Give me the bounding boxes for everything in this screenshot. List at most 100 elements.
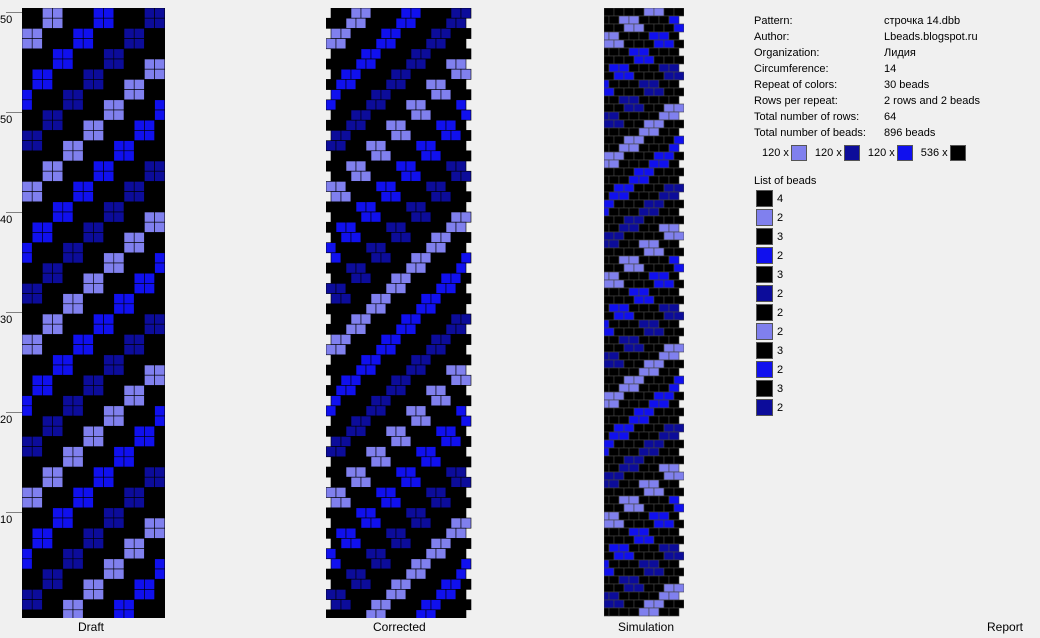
draft-bead bbox=[52, 507, 64, 519]
corrected-bead bbox=[380, 374, 392, 386]
simulation-bead bbox=[658, 543, 670, 553]
corrected-bead bbox=[435, 385, 447, 396]
simulation-bead bbox=[663, 423, 675, 433]
simulation-bead bbox=[608, 255, 620, 265]
corrected-bead bbox=[445, 181, 457, 192]
simulation-bead bbox=[643, 487, 655, 497]
simulation-bead bbox=[618, 271, 630, 281]
simulation-bead bbox=[668, 463, 680, 473]
draft-bead bbox=[144, 8, 155, 19]
corrected-pattern-grid[interactable] bbox=[326, 8, 478, 618]
corrected-bead bbox=[370, 191, 382, 203]
simulation-pattern-grid[interactable] bbox=[604, 8, 684, 618]
corrected-bead bbox=[460, 130, 472, 141]
simulation-bead bbox=[648, 479, 660, 489]
corrected-bead bbox=[326, 568, 337, 580]
ruler-tick bbox=[6, 312, 22, 313]
corrected-bead bbox=[370, 293, 382, 305]
simulation-bead bbox=[668, 479, 680, 489]
simulation-bead bbox=[633, 359, 645, 369]
simulation-bead bbox=[638, 399, 650, 409]
draft-bead bbox=[31, 446, 43, 458]
simulation-label[interactable]: Simulation bbox=[618, 620, 674, 634]
simulation-bead bbox=[618, 367, 630, 377]
corrected-bead bbox=[365, 119, 377, 131]
corrected-bead bbox=[380, 191, 392, 203]
corrected-bead bbox=[340, 28, 352, 39]
simulation-bead bbox=[604, 423, 615, 433]
corrected-bead bbox=[435, 221, 447, 233]
corrected-label[interactable]: Corrected bbox=[373, 620, 426, 634]
simulation-bead bbox=[648, 287, 660, 297]
draft-bead bbox=[154, 211, 165, 223]
draft-bead bbox=[144, 68, 155, 80]
draft-bead bbox=[31, 38, 43, 50]
corrected-bead bbox=[375, 548, 387, 560]
corrected-bead bbox=[365, 181, 377, 192]
draft-bead bbox=[22, 181, 33, 192]
corrected-bead bbox=[445, 99, 457, 111]
simulation-bead bbox=[608, 479, 620, 489]
simulation-bead bbox=[633, 87, 645, 97]
corrected-bead bbox=[430, 334, 442, 345]
draft-bead bbox=[22, 99, 33, 111]
corrected-bead bbox=[395, 548, 407, 560]
draft-bead bbox=[154, 466, 165, 478]
corrected-bead bbox=[400, 8, 412, 19]
corrected-bead bbox=[380, 415, 392, 427]
simulation-bead bbox=[633, 311, 645, 321]
corrected-bead bbox=[375, 58, 387, 70]
simulation-bead bbox=[618, 111, 630, 121]
corrected-bead bbox=[326, 527, 337, 539]
draft-bead bbox=[62, 252, 74, 264]
simulation-bead bbox=[668, 207, 680, 217]
draft-bead bbox=[93, 272, 104, 284]
corrected-bead bbox=[350, 538, 362, 549]
report-label[interactable]: Report bbox=[987, 620, 1023, 634]
draft-bead bbox=[62, 140, 74, 152]
corrected-bead bbox=[335, 79, 347, 90]
corrected-bead bbox=[326, 99, 337, 111]
simulation-bead bbox=[628, 239, 640, 249]
simulation-bead bbox=[673, 231, 684, 241]
corrected-bead bbox=[330, 272, 342, 284]
corrected-bead bbox=[395, 507, 407, 519]
corrected-bead bbox=[335, 507, 347, 519]
corrected-bead bbox=[335, 119, 347, 131]
corrected-bead bbox=[435, 283, 447, 294]
corrected-bead bbox=[370, 599, 382, 611]
simulation-bead bbox=[653, 487, 665, 497]
corrected-bead bbox=[370, 497, 382, 509]
simulation-bead bbox=[633, 151, 645, 161]
simulation-bead bbox=[643, 599, 655, 609]
simulation-bead bbox=[653, 279, 665, 289]
draft-pattern-grid[interactable] bbox=[22, 8, 165, 618]
corrected-bead bbox=[420, 558, 432, 570]
draft-label[interactable]: Draft bbox=[78, 620, 104, 634]
corrected-bead bbox=[355, 140, 367, 152]
draft-bead bbox=[42, 262, 53, 274]
corrected-bead bbox=[450, 395, 462, 407]
corrected-bead bbox=[415, 38, 427, 50]
simulation-bead bbox=[638, 223, 650, 233]
draft-bead bbox=[52, 354, 64, 366]
draft-bead bbox=[123, 191, 135, 203]
corrected-bead bbox=[345, 181, 357, 192]
simulation-bead bbox=[648, 47, 660, 57]
corrected-bead bbox=[420, 68, 432, 80]
corrected-bead bbox=[335, 466, 347, 478]
corrected-bead bbox=[360, 599, 372, 611]
corrected-bead bbox=[455, 99, 467, 111]
simulation-bead bbox=[663, 103, 675, 113]
bead-count: 2 bbox=[777, 211, 784, 224]
ruler-tick bbox=[6, 512, 22, 513]
draft-bead bbox=[82, 578, 94, 590]
simulation-bead bbox=[628, 399, 640, 409]
simulation-bead bbox=[673, 599, 684, 609]
corrected-bead bbox=[430, 89, 442, 101]
corrected-bead bbox=[420, 211, 432, 223]
info-row: Repeat of colors: 30 beads bbox=[754, 77, 980, 93]
simulation-bead bbox=[643, 583, 655, 593]
corrected-bead bbox=[420, 334, 432, 345]
info-value: строчка 14.dbb bbox=[884, 15, 961, 27]
